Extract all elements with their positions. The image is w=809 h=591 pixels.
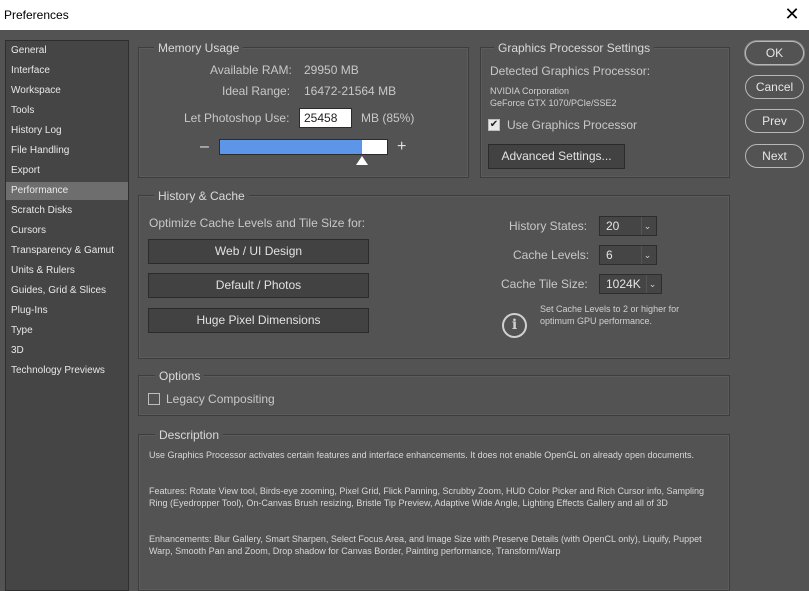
sidebar-item-file-handling[interactable]: File Handling	[6, 142, 128, 160]
cache-tile-size-label: Cache Tile Size:	[501, 277, 588, 291]
sidebar-item-workspace[interactable]: Workspace	[6, 82, 128, 100]
options-legend: Options	[155, 369, 205, 383]
let-photoshop-use-label: Let Photoshop Use:	[184, 111, 290, 125]
gpu-vendor: NVIDIA Corporation	[490, 86, 570, 96]
cache-levels-label: Cache Levels:	[513, 248, 590, 262]
history-states-value: 20	[606, 219, 620, 233]
sidebar-item-tools[interactable]: Tools	[6, 102, 128, 120]
next-button[interactable]: Next	[745, 144, 804, 168]
ideal-range-value: 16472-21564 MB	[304, 84, 397, 98]
memory-percent-label: MB (85%)	[361, 111, 415, 125]
chevron-down-icon: ⌄	[641, 217, 653, 235]
info-icon: i	[502, 313, 527, 338]
title-bar: Preferences ✕	[0, 0, 809, 30]
legacy-compositing-checkbox[interactable]	[148, 393, 160, 405]
sidebar-item-plug-ins[interactable]: Plug-Ins	[6, 302, 128, 320]
cancel-button[interactable]: Cancel	[745, 75, 804, 99]
sidebar-item-scratch-disks[interactable]: Scratch Disks	[6, 202, 128, 220]
sidebar-item-3d[interactable]: 3D	[6, 342, 128, 360]
sidebar-item-units-rulers[interactable]: Units & Rulers	[6, 262, 128, 280]
sidebar-item-export[interactable]: Export	[6, 162, 128, 180]
description-paragraph-3: Enhancements: Blur Gallery, Smart Sharpe…	[149, 534, 702, 556]
ok-button[interactable]: OK	[745, 41, 804, 65]
description-legend: Description	[155, 428, 224, 442]
detected-gpu-label: Detected Graphics Processor:	[490, 64, 651, 78]
sidebar-item-cursors[interactable]: Cursors	[6, 222, 128, 240]
sidebar-item-interface[interactable]: Interface	[6, 62, 128, 80]
memory-amount-input[interactable]: 25458	[299, 108, 352, 128]
prev-button[interactable]: Prev	[745, 109, 804, 133]
description-paragraph-1: Use Graphics Processor activates certain…	[149, 450, 694, 460]
cache-levels-select[interactable]: 6 ⌄	[599, 245, 657, 265]
sidebar-item-general[interactable]: General	[6, 42, 128, 60]
memory-usage-legend: Memory Usage	[154, 41, 244, 55]
chevron-down-icon: ⌄	[646, 275, 658, 293]
available-ram-label: Available RAM:	[210, 63, 292, 77]
use-gpu-label: Use Graphics Processor	[507, 118, 638, 132]
huge-pixel-dimensions-button[interactable]: Huge Pixel Dimensions	[148, 308, 369, 333]
optimize-cache-label: Optimize Cache Levels and Tile Size for:	[149, 216, 366, 230]
sidebar-item-guides-grid-slices[interactable]: Guides, Grid & Slices	[6, 282, 128, 300]
close-icon[interactable]: ✕	[781, 3, 803, 25]
sidebar-item-performance[interactable]: Performance	[6, 182, 128, 200]
sidebar-item-history-log[interactable]: History Log	[6, 122, 128, 140]
sidebar-item-transparency-gamut[interactable]: Transparency & Gamut	[6, 242, 128, 260]
preferences-sidebar: General Interface Workspace Tools Histor…	[5, 40, 129, 591]
memory-slider-track[interactable]	[219, 139, 388, 155]
cache-info-line-1: Set Cache Levels to 2 or higher for	[540, 304, 680, 314]
memory-slider-fill	[220, 140, 362, 154]
available-ram-value: 29950 MB	[304, 63, 359, 77]
history-states-label: History States:	[509, 219, 588, 233]
cache-info-line-2: optimum GPU performance.	[540, 316, 653, 326]
gpu-model: GeForce GTX 1070/PCIe/SSE2	[490, 98, 617, 108]
cache-tile-size-value: 1024K	[606, 277, 641, 291]
decrease-memory-icon[interactable]: –	[200, 139, 209, 155]
history-cache-legend: History & Cache	[154, 189, 249, 203]
window-title: Preferences	[4, 8, 69, 22]
advanced-settings-button[interactable]: Advanced Settings...	[488, 144, 625, 169]
default-photos-button[interactable]: Default / Photos	[148, 273, 369, 298]
cache-tile-size-select[interactable]: 1024K ⌄	[599, 274, 662, 294]
description-paragraph-2: Features: Rotate View tool, Birds-eye zo…	[149, 486, 705, 508]
ideal-range-label: Ideal Range:	[222, 84, 291, 98]
history-states-select[interactable]: 20 ⌄	[599, 216, 657, 236]
legacy-compositing-label: Legacy Compositing	[166, 392, 275, 406]
chevron-down-icon: ⌄	[641, 246, 653, 264]
increase-memory-icon[interactable]: +	[397, 139, 406, 155]
graphics-processor-legend: Graphics Processor Settings	[494, 41, 655, 55]
use-gpu-checkbox[interactable]: ✔	[488, 119, 500, 131]
cache-levels-value: 6	[606, 248, 613, 262]
memory-slider-handle[interactable]	[356, 156, 368, 165]
sidebar-item-technology-previews[interactable]: Technology Previews	[6, 362, 128, 380]
sidebar-item-type[interactable]: Type	[6, 322, 128, 340]
web-ui-design-button[interactable]: Web / UI Design	[148, 239, 369, 264]
